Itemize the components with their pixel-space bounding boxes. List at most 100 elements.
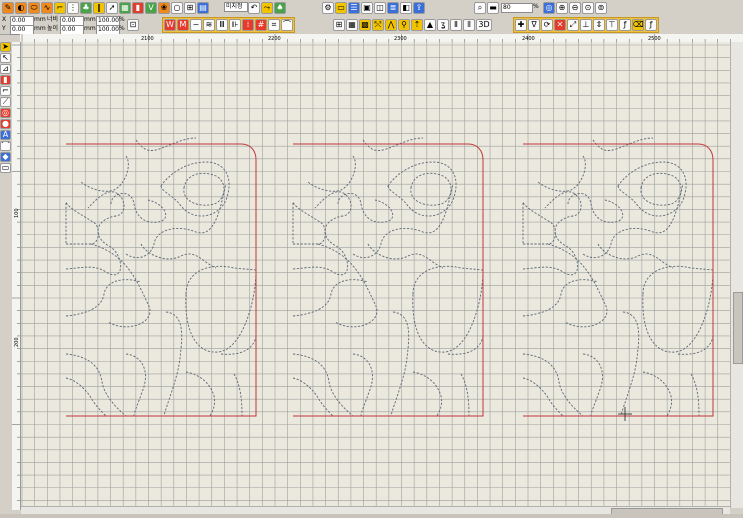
color-list-icon[interactable]: ☰ <box>348 1 360 14</box>
y-label: Y <box>2 25 6 32</box>
ellipse-icon[interactable]: ⬭ <box>28 1 40 14</box>
x-label: X <box>2 16 7 23</box>
text-tool-label: A <box>2 130 9 139</box>
plant-icon[interactable]: ♠ <box>274 1 286 14</box>
frame-tool-icon[interactable]: ▭ <box>0 163 11 173</box>
width-unit: mm <box>84 16 96 23</box>
fan-stitch-icon[interactable]: ⌗ <box>268 19 280 31</box>
measure-icon[interactable]: ⊿ <box>0 64 11 74</box>
vertical-scrollbar[interactable] <box>730 42 743 508</box>
export-icon[interactable]: ⇪ <box>413 1 425 14</box>
height-label: 높이 <box>47 25 59 32</box>
spring-view-icon[interactable]: ʓ <box>437 18 449 31</box>
needle-view-icon[interactable]: ⚲ <box>398 18 410 31</box>
view-3d-label: 3D <box>478 19 490 29</box>
text-tool-icon[interactable]: A <box>0 130 11 140</box>
fill-icon[interactable]: ▤ <box>197 1 209 14</box>
stitch-type-select[interactable]: 미지정 <box>224 2 248 12</box>
stitch-view-icon[interactable]: ⤲ <box>372 18 384 31</box>
eraser-icon[interactable]: ⌫ <box>632 19 644 31</box>
dot-grid-icon[interactable]: ⁞ <box>242 19 254 31</box>
bars-stitch-icon[interactable]: Ⅲ <box>216 19 228 31</box>
table-grid-icon[interactable]: ⊞ <box>184 1 196 14</box>
hoop-grid-icon[interactable]: ▩ <box>359 18 371 31</box>
zoom-in-icon[interactable]: ⊕ <box>556 1 568 14</box>
wave-stitch-icon[interactable]: ~ <box>190 19 202 31</box>
cross-fill-icon[interactable]: # <box>255 19 267 31</box>
node-edit-icon[interactable]: ⌐ <box>54 1 66 14</box>
zoom-window-icon[interactable]: ⊙ <box>582 1 594 14</box>
arrow-shape-icon[interactable]: ➚ <box>106 1 118 14</box>
satin-stitch-icon[interactable]: M <box>177 19 189 31</box>
zoom-all-icon[interactable]: ⊚ <box>595 1 607 14</box>
freehand-curve-icon[interactable]: ∿ <box>41 1 53 14</box>
zoom-mode-icon[interactable]: ▬ <box>487 1 499 14</box>
jump-stitch-icon[interactable]: ⤢ <box>567 19 579 31</box>
color-change-icon[interactable]: ⟳ <box>541 19 553 31</box>
drawing-tools-group: ✎ ◐ ⬭ ∿ ⌐ ⋮ ♣ ‖ ➚ ▦ ▮ ᐯ ❀ ○ ⊞ ▤ <box>2 1 209 14</box>
target-icon[interactable]: ◎ <box>0 108 11 118</box>
main-toolbar: ✎ ◐ ⬭ ∿ ⌐ ⋮ ♣ ‖ ➚ ▦ ▮ ᐯ ❀ ○ ⊞ ▤ 미지정 ↶ ⤳ … <box>0 0 743 16</box>
pencil-icon[interactable]: ✎ <box>2 1 14 14</box>
curve-tool-icon[interactable]: ⌒ <box>0 141 11 151</box>
undo-icon[interactable]: ↶ <box>248 1 260 14</box>
lock-aspect-icon[interactable]: ⊡ <box>127 19 139 31</box>
crop-icon[interactable]: ⌐ <box>0 86 11 96</box>
zoom-input[interactable]: 80 <box>501 3 533 13</box>
applique-icon[interactable]: ❀ <box>158 1 170 14</box>
view-3d-icon[interactable]: 3D <box>476 18 492 31</box>
diamond-tool-icon[interactable]: ◆ <box>0 152 11 162</box>
height-unit: mm <box>84 25 96 32</box>
tie-in-icon[interactable]: ⊤ <box>606 19 618 31</box>
zigzag-stitch-icon[interactable]: W <box>164 19 176 31</box>
layers-icon[interactable]: ◧ <box>400 1 412 14</box>
letter-shape-icon[interactable]: ᐯ <box>145 1 157 14</box>
triangle-view-icon[interactable]: ▲ <box>424 18 436 31</box>
function-icon[interactable]: ƒ <box>619 19 631 31</box>
bookmark-icon[interactable]: ▮ <box>0 75 11 85</box>
dotted-path-icon[interactable]: ⋮ <box>67 1 79 14</box>
comb-stitch-icon[interactable]: ⊪ <box>229 19 241 31</box>
design-canvas[interactable] <box>21 42 730 506</box>
stitch-pattern-group: W M ~ ≋ Ⅲ ⊪ ⁞ # ⌗ ⌒ <box>162 17 295 33</box>
bars-view-icon[interactable]: ⫴ <box>463 18 475 31</box>
tree-icon[interactable]: ♣ <box>80 1 92 14</box>
triple-stitch-icon[interactable]: ≋ <box>203 19 215 31</box>
vertical-scroll-thumb[interactable] <box>733 292 743 364</box>
record-icon[interactable]: ● <box>0 119 11 129</box>
leaf-shape-icon[interactable]: ◐ <box>15 1 27 14</box>
ruler-left-label: 200 <box>14 337 20 347</box>
select-arrow-icon[interactable]: ➤ <box>0 42 11 52</box>
zoom-fit-icon[interactable]: ◎ <box>543 1 555 14</box>
column-icon[interactable]: ‖ <box>93 1 105 14</box>
grid-fill-icon[interactable]: ▦ <box>119 1 131 14</box>
stop-point-icon[interactable]: ✚ <box>515 19 527 31</box>
list-icon[interactable]: ≣ <box>387 1 399 14</box>
align-vertical-icon[interactable]: ⇕ <box>593 19 605 31</box>
width-label: 너비 <box>47 16 59 23</box>
ribs-view-icon[interactable]: Ⅱ <box>450 18 462 31</box>
magnifier-icon[interactable]: ⌕ <box>474 1 486 14</box>
left-ruler-svg: 100 200 <box>12 44 20 501</box>
function-alt-icon[interactable]: ƒ <box>645 19 657 31</box>
scallop-stitch-icon[interactable]: ⌒ <box>281 19 293 31</box>
document-icon[interactable]: ▭ <box>335 1 347 14</box>
ruler-left-label: 100 <box>14 208 20 218</box>
zoom-out-icon[interactable]: ⊖ <box>569 1 581 14</box>
delete-point-icon[interactable]: ✕ <box>554 19 566 31</box>
palette-icon[interactable]: ◫ <box>374 1 386 14</box>
needle-up-icon[interactable]: ⊥ <box>580 19 592 31</box>
image-icon[interactable]: ▣ <box>361 1 373 14</box>
outline-view-icon[interactable]: ⋀ <box>385 18 397 31</box>
knife-icon[interactable]: ⟋ <box>0 97 11 107</box>
node-select-icon[interactable]: ↖ <box>0 53 11 63</box>
path-icon[interactable]: ⤳ <box>261 1 273 14</box>
circle-icon[interactable]: ○ <box>171 1 183 14</box>
left-ruler: 100 200 <box>12 42 21 510</box>
trim-icon[interactable]: ∇ <box>528 19 540 31</box>
grid-toggle-icon[interactable]: ⊞ <box>333 18 345 31</box>
grid-large-icon[interactable]: ▦ <box>346 18 358 31</box>
trace-view-icon[interactable]: ⇡ <box>411 18 423 31</box>
machine-icon[interactable]: ⚙ <box>322 1 334 14</box>
chart-shape-icon[interactable]: ▮ <box>132 1 144 14</box>
